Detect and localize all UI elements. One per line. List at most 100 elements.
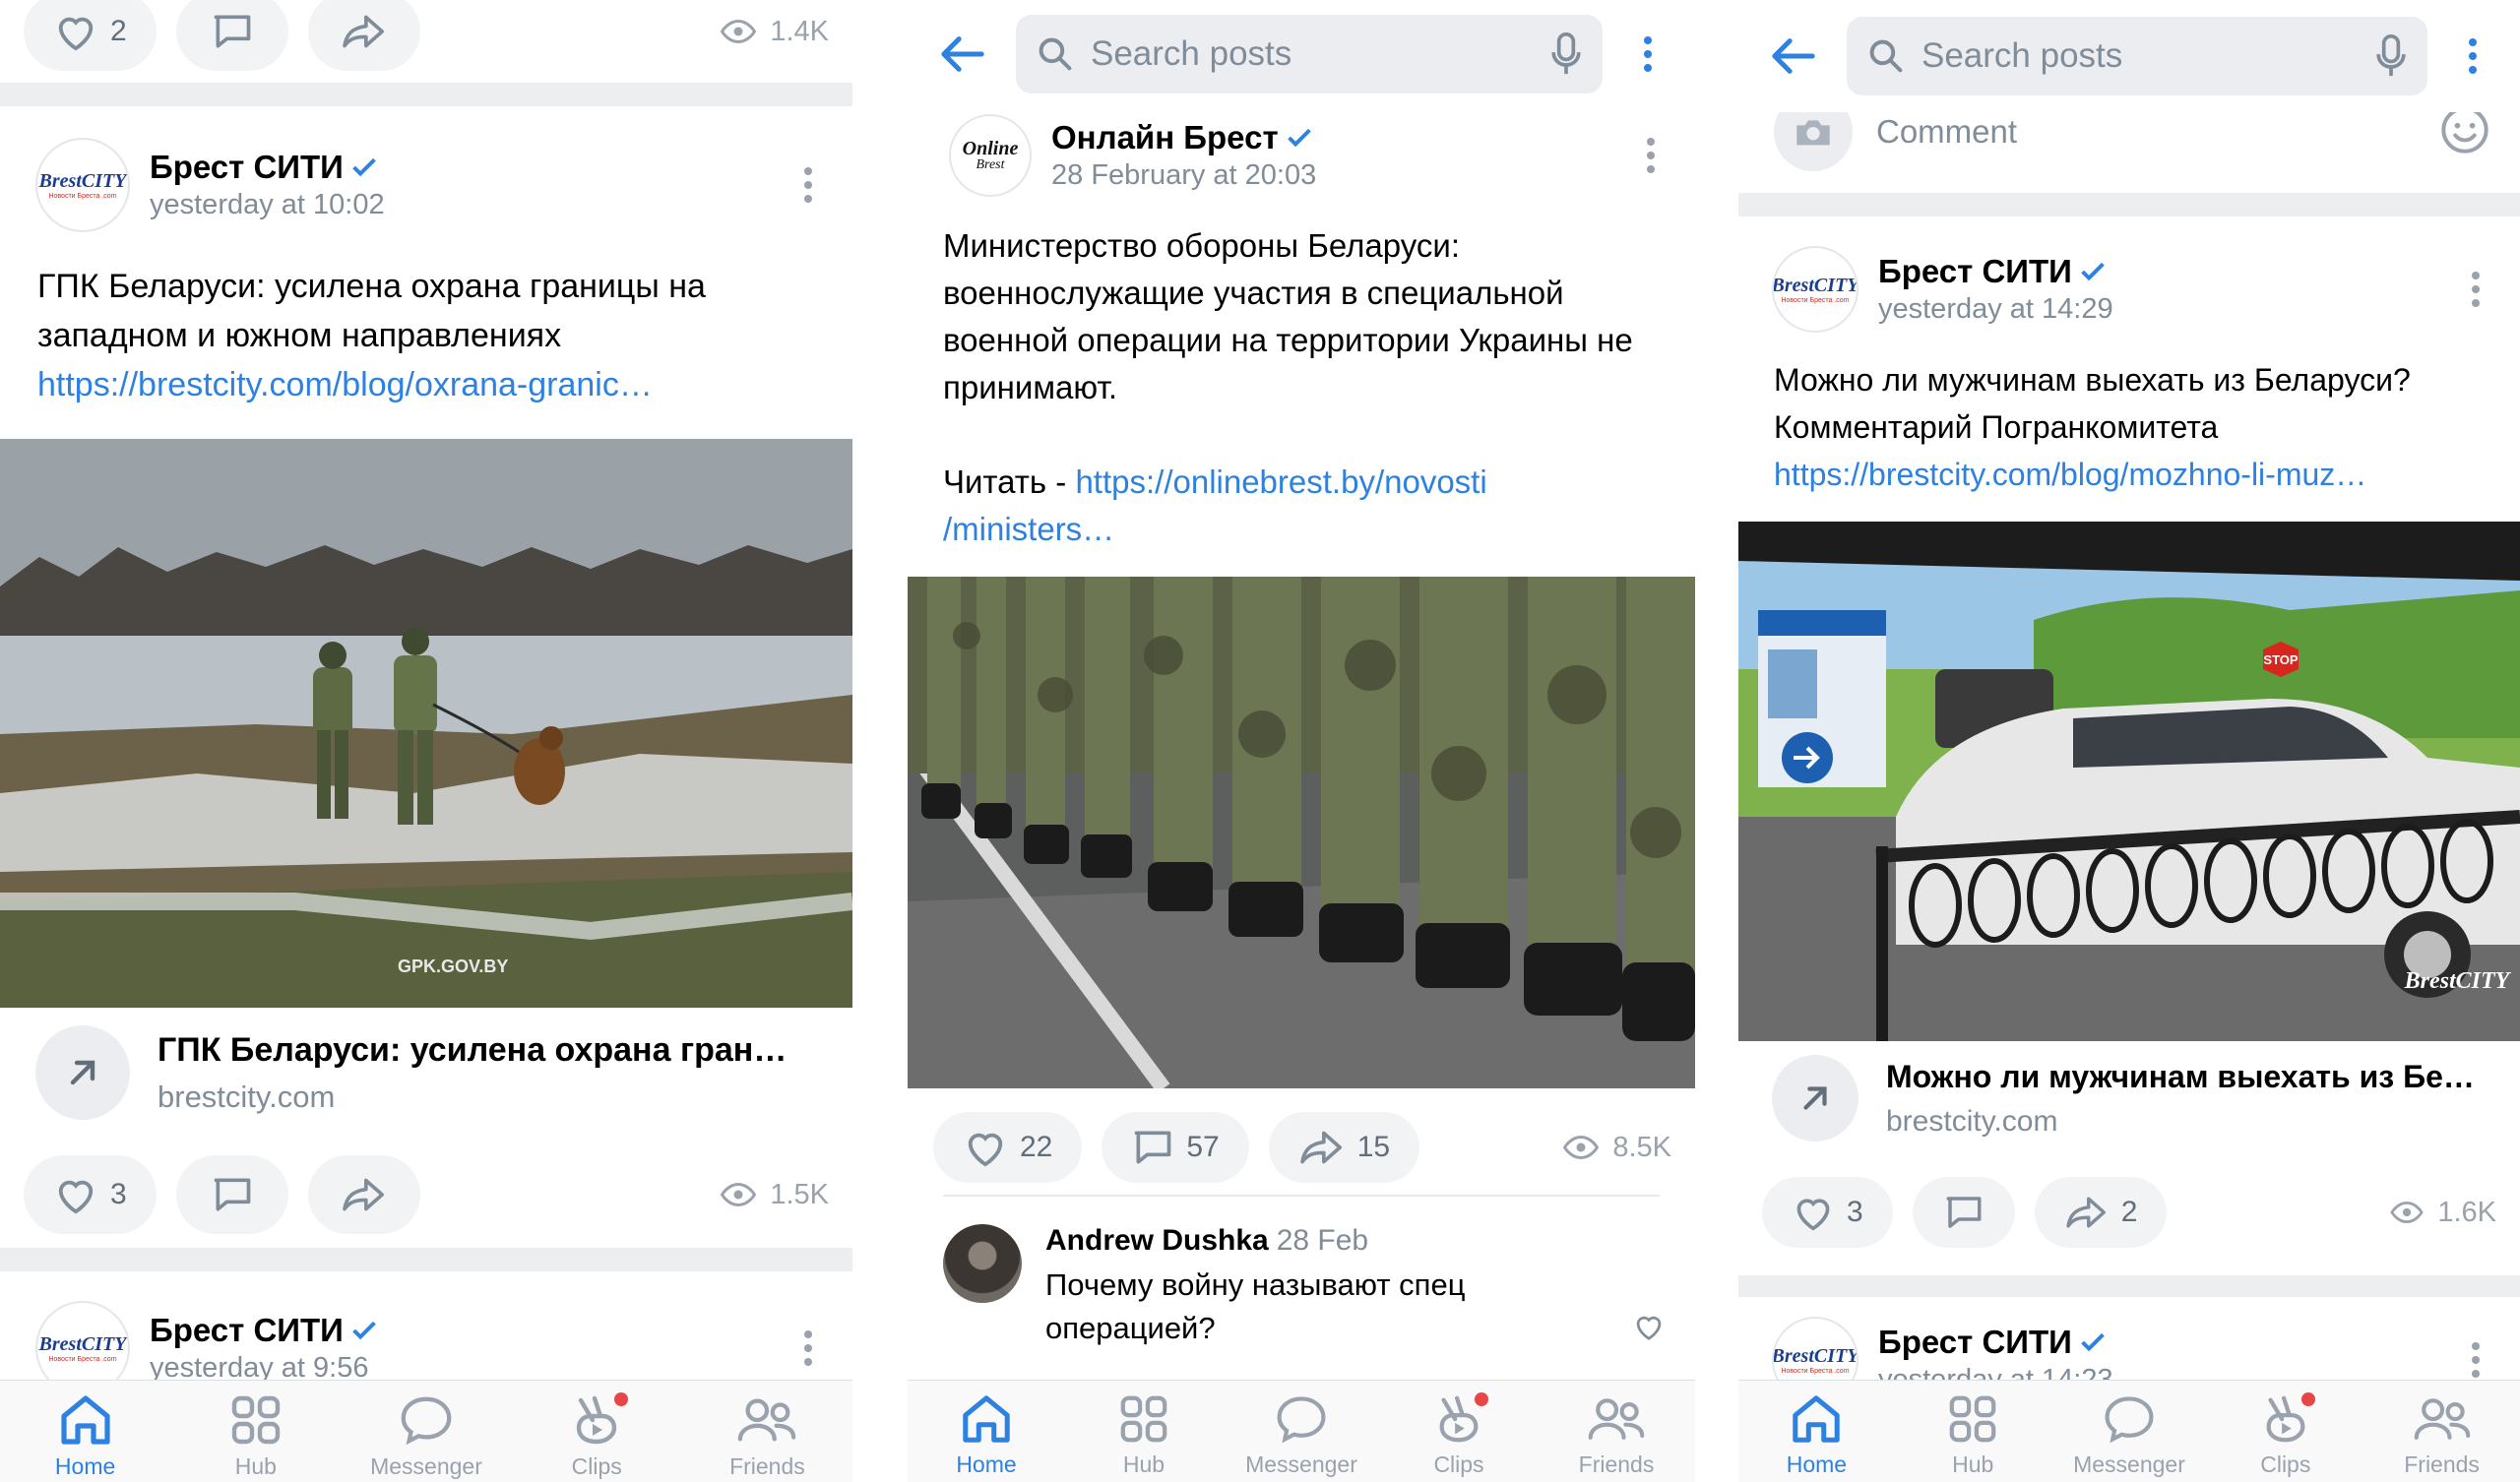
friends-icon bbox=[2414, 1398, 2470, 1440]
more-options-button[interactable] bbox=[1636, 136, 1666, 175]
share-count: 15 bbox=[1356, 1131, 1391, 1163]
comment-like-button[interactable] bbox=[1632, 1312, 1666, 1346]
tab-messenger[interactable]: Messenger bbox=[2051, 1381, 2208, 1482]
search-field[interactable]: Search posts bbox=[1847, 17, 2427, 95]
search-icon bbox=[1039, 37, 1072, 71]
notification-dot bbox=[1475, 1392, 1488, 1406]
more-options-button[interactable] bbox=[793, 165, 823, 205]
post-text: Можно ли мужчинам выехать из Беларуси? К… bbox=[1774, 356, 2481, 498]
heart-icon bbox=[58, 17, 94, 51]
verified-icon bbox=[1287, 128, 1311, 147]
comment-input[interactable]: Comment bbox=[1876, 113, 2416, 151]
share-button[interactable] bbox=[307, 1155, 420, 1234]
eye-icon bbox=[1563, 1136, 1600, 1159]
comment-icon bbox=[1135, 1131, 1171, 1164]
tab-hub[interactable]: Hub bbox=[1065, 1381, 1223, 1482]
more-options-button[interactable] bbox=[2461, 1340, 2490, 1380]
microphone-icon[interactable] bbox=[2376, 34, 2406, 78]
more-options-button[interactable] bbox=[2453, 36, 2492, 76]
comment-text: Почему войну называют спец операцией? bbox=[1045, 1267, 1466, 1345]
post-link[interactable]: https://brestcity.com/blog/mozhno-li-muz… bbox=[1774, 451, 2481, 498]
comment-button[interactable]: 57 bbox=[1102, 1112, 1249, 1183]
tab-friends[interactable]: Friends bbox=[1538, 1381, 1695, 1482]
commenter-avatar[interactable] bbox=[943, 1224, 1022, 1303]
svg-text:GPK.GOV.BY: GPK.GOV.BY bbox=[398, 957, 508, 976]
share-icon bbox=[1299, 1131, 1342, 1164]
more-options-button[interactable] bbox=[2461, 270, 2490, 309]
author-name[interactable]: Брест СИТИ bbox=[1878, 253, 2461, 290]
emoji-button[interactable] bbox=[2439, 104, 2490, 160]
views-counter: 1.5K bbox=[721, 1179, 829, 1211]
tab-hub[interactable]: Hub bbox=[170, 1381, 341, 1482]
tab-clips[interactable]: Clips bbox=[1380, 1381, 1538, 1482]
like-count: 2 bbox=[110, 15, 127, 47]
tab-messenger[interactable]: Messenger bbox=[341, 1381, 511, 1482]
chat-bubble-icon bbox=[401, 1396, 452, 1446]
feed-screen-1: 2 1.4K BrestCITY Новости Бреста .com Бре… bbox=[0, 0, 852, 1482]
author-name[interactable]: Брест СИТИ bbox=[150, 149, 793, 186]
microphone-icon[interactable] bbox=[1551, 32, 1581, 76]
back-button[interactable] bbox=[1766, 29, 1821, 84]
like-count: 3 bbox=[1847, 1196, 1863, 1228]
comment-button[interactable] bbox=[175, 1155, 288, 1234]
link-snippet[interactable]: ГПК Беларуси: усилена охрана грани… bres… bbox=[35, 1025, 823, 1120]
avatar[interactable]: BrestCITY Новости Бреста .com bbox=[35, 138, 130, 232]
post-image-border-guards[interactable]: GPK.GOV.BY bbox=[0, 439, 852, 1008]
previous-post-footer: 2 1.4K bbox=[0, 0, 852, 83]
comment-icon bbox=[214, 15, 251, 48]
external-link-icon bbox=[1772, 1055, 1858, 1142]
like-count: 3 bbox=[110, 1178, 127, 1210]
post-link-continued[interactable]: /ministers… bbox=[943, 506, 1656, 553]
more-options-button[interactable] bbox=[793, 1328, 823, 1368]
like-count: 22 bbox=[1020, 1131, 1053, 1163]
tab-clips[interactable]: Clips bbox=[2207, 1381, 2363, 1482]
top-search-bar: Search posts bbox=[1738, 0, 2520, 112]
tab-friends[interactable]: Friends bbox=[2363, 1381, 2520, 1482]
avatar[interactable]: Online Brest bbox=[949, 114, 1032, 197]
comment-item: Andrew Dushka 28 Feb Почему войну называю… bbox=[943, 1224, 1666, 1350]
search-input[interactable]: Search posts bbox=[1091, 34, 1534, 74]
comment-date: 28 Feb bbox=[1276, 1224, 1369, 1257]
tab-hub[interactable]: Hub bbox=[1895, 1381, 2051, 1482]
back-button[interactable] bbox=[935, 27, 990, 82]
notification-dot bbox=[613, 1392, 628, 1406]
tab-home[interactable]: Home bbox=[1738, 1381, 1895, 1482]
avatar[interactable]: BrestCITY Новости Бреста .com bbox=[1772, 246, 1858, 333]
search-input[interactable]: Search posts bbox=[1922, 36, 2359, 76]
post-date: yesterday at 14:29 bbox=[1878, 293, 2113, 326]
like-button[interactable]: 3 bbox=[24, 1155, 157, 1234]
bottom-tab-bar: Home Hub Messenger Clips Friends bbox=[1738, 1380, 2520, 1482]
tab-home[interactable]: Home bbox=[908, 1381, 1065, 1482]
tab-messenger[interactable]: Messenger bbox=[1223, 1381, 1380, 1482]
author-name[interactable]: Брест СИТИ bbox=[150, 1312, 793, 1349]
tab-friends[interactable]: Friends bbox=[682, 1381, 852, 1482]
verified-icon bbox=[2081, 1332, 2105, 1351]
like-button[interactable]: 3 bbox=[1762, 1177, 1893, 1248]
snippet-domain: brestcity.com bbox=[1886, 1104, 2058, 1138]
author-name[interactable]: Онлайн Брест bbox=[1051, 119, 1636, 156]
post-link[interactable]: https://onlinebrest.by/novosti bbox=[1075, 463, 1486, 500]
tab-home[interactable]: Home bbox=[0, 1381, 170, 1482]
link-snippet[interactable]: Можно ли мужчинам выехать из Бел… brestc… bbox=[1772, 1055, 2490, 1142]
share-button[interactable] bbox=[307, 0, 420, 71]
grid-icon bbox=[1120, 1395, 1167, 1443]
post-image-border-checkpoint[interactable]: STOP BrestCITY bbox=[1738, 522, 2520, 1041]
search-field[interactable]: Search posts bbox=[1016, 15, 1603, 93]
share-icon bbox=[342, 15, 384, 48]
share-button[interactable]: 15 bbox=[1268, 1112, 1420, 1183]
share-button[interactable]: 2 bbox=[2034, 1177, 2168, 1248]
chat-bubble-icon bbox=[2105, 1396, 2154, 1444]
author-name[interactable]: Брест СИТИ bbox=[1878, 1324, 2461, 1361]
commenter-name[interactable]: Andrew Dushka 28 Feb bbox=[1045, 1224, 1632, 1258]
comment-button[interactable] bbox=[175, 0, 288, 71]
like-button[interactable]: 22 bbox=[933, 1112, 1083, 1183]
tab-clips[interactable]: Clips bbox=[512, 1381, 682, 1482]
search-icon bbox=[1869, 39, 1903, 73]
more-options-button[interactable] bbox=[1628, 34, 1668, 74]
like-button[interactable]: 2 bbox=[24, 0, 157, 71]
post-image-marching-soldiers[interactable] bbox=[908, 577, 1695, 1088]
post-link[interactable]: https://brestcity.com/blog/oxrana-granic… bbox=[37, 360, 813, 409]
snippet-title: ГПК Беларуси: усилена охрана грани… bbox=[158, 1030, 797, 1069]
comment-button[interactable] bbox=[1912, 1177, 2015, 1248]
friends-icon bbox=[1588, 1398, 1645, 1440]
